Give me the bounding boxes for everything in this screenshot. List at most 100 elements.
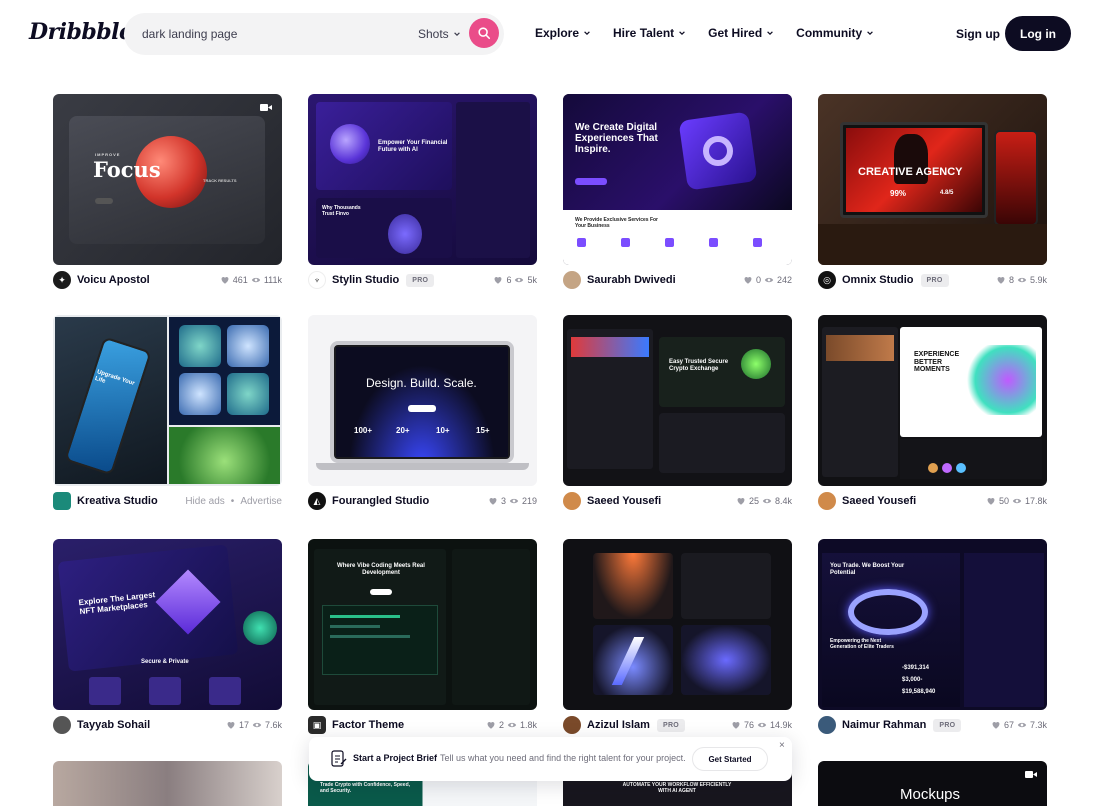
author-avatar[interactable] (563, 271, 581, 289)
shot-thumbnail[interactable]: CREATIVE AGENCY 99% 4.8/5 (818, 94, 1047, 265)
likes-count: 76 (743, 720, 754, 730)
thumb-text: 4.8/5 (940, 190, 954, 196)
views-count: 242 (776, 275, 792, 285)
login-button[interactable]: Log in (1005, 16, 1071, 51)
shot-thumbnail[interactable]: EXPERIENCE BETTER MOMENTS (818, 315, 1047, 486)
main-nav: Explore Hire Talent Get Hired Community (535, 26, 874, 40)
nav-explore[interactable]: Explore (535, 26, 591, 40)
signup-link[interactable]: Sign up (956, 27, 1000, 41)
eye-icon (509, 498, 519, 504)
search-button[interactable] (469, 18, 499, 48)
shot-thumbnail[interactable] (53, 761, 282, 806)
shot-stats: 17 7.6k (226, 720, 282, 730)
author-name[interactable]: Tayyab Sohail (77, 719, 150, 731)
author-name[interactable]: Saeed Yousefi (842, 495, 916, 507)
likes-count: 67 (1003, 720, 1014, 730)
search-type-dropdown[interactable]: Shots (418, 27, 461, 41)
eye-icon (1017, 277, 1027, 283)
shot-thumbnail[interactable] (563, 539, 792, 710)
author-avatar[interactable]: ▣ (308, 716, 326, 734)
author-avatar[interactable] (818, 716, 836, 734)
thumb-stat: 10+ (436, 426, 450, 435)
author-name[interactable]: Kreativa Studio (77, 495, 158, 507)
eye-icon (762, 498, 772, 504)
thumb-stat: 100+ (354, 426, 373, 435)
likes-count: 8 (1008, 275, 1014, 285)
heart-icon[interactable] (996, 275, 1006, 285)
views-count: 111k (263, 275, 282, 285)
hide-ads-link[interactable]: Hide ads (185, 496, 224, 507)
shot-thumbnail[interactable]: Easy Trusted Secure Crypto Exchange (563, 315, 792, 486)
author-name[interactable]: Fourangled Studio (332, 495, 429, 507)
shot-thumbnail[interactable]: Where Vibe Coding Meets Real Development (308, 539, 537, 710)
author-avatar[interactable]: ◭ (308, 492, 326, 510)
author-avatar[interactable] (818, 492, 836, 510)
thumb-text: CREATIVE AGENCY (858, 166, 963, 178)
thumb-stat: 20+ (396, 426, 410, 435)
author-avatar[interactable] (563, 492, 581, 510)
heart-icon[interactable] (220, 275, 230, 285)
eye-icon (757, 722, 767, 728)
close-icon[interactable]: × (779, 740, 785, 751)
author-name[interactable]: Naimur Rahman (842, 719, 926, 731)
author-avatar[interactable] (53, 492, 71, 510)
author-name[interactable]: Saurabh Dwivedi (587, 274, 676, 286)
likes-count: 25 (748, 496, 759, 506)
thumb-text: Empowering the Next Generation of Elite … (830, 638, 894, 650)
heart-icon[interactable] (488, 496, 498, 506)
shot-thumbnail[interactable]: We Create Digital Experiences That Inspi… (563, 94, 792, 265)
nav-get-hired[interactable]: Get Hired (708, 26, 774, 40)
author-name[interactable]: Voicu Apostol (77, 274, 150, 286)
views-count: 7.3k (1029, 720, 1047, 730)
author-name[interactable]: Stylin Studio (332, 274, 399, 286)
heart-icon[interactable] (486, 720, 496, 730)
shot-thumbnail[interactable]: Mockups (818, 761, 1047, 806)
views-count: 5k (527, 275, 537, 285)
get-started-button[interactable]: Get Started (692, 747, 768, 771)
shot-stats: 25 8.4k (736, 496, 792, 506)
views-count: 219 (521, 496, 537, 506)
author-name[interactable]: Factor Theme (332, 719, 404, 731)
search-bar[interactable]: Shots (124, 13, 504, 55)
ad-thumbnail[interactable]: Upgrade Your Life (53, 315, 282, 486)
nav-community[interactable]: Community (796, 26, 874, 40)
search-input[interactable] (142, 13, 402, 55)
shot-thumbnail[interactable]: Design. Build. Scale. 100+ 20+ 10+ 15+ (308, 315, 537, 486)
heart-icon[interactable] (493, 275, 503, 285)
advertise-link[interactable]: Advertise (240, 496, 282, 507)
heart-icon[interactable] (226, 720, 236, 730)
heart-icon[interactable] (986, 496, 996, 506)
thumb-text: TRACK RESULTS (203, 178, 237, 183)
heart-icon[interactable] (743, 275, 753, 285)
author-name[interactable]: Azizul Islam (587, 719, 650, 731)
author-avatar[interactable] (53, 716, 71, 734)
thumb-text: Trade Crypto with Confidence, Speed, and… (320, 782, 411, 794)
author-avatar[interactable]: ♆ (308, 271, 326, 289)
pro-badge: PRO (406, 273, 435, 287)
shot-thumbnail[interactable]: Explore The Largest NFT Marketplaces Sec… (53, 539, 282, 710)
heart-icon[interactable] (991, 720, 1001, 730)
likes-count: 0 (755, 275, 761, 285)
thumb-text: We Provide Exclusive Services For Your B… (575, 217, 659, 229)
shot-thumbnail[interactable]: IMPROVE Focus TRACK RESULTS (53, 94, 282, 265)
thumb-text: Design. Build. Scale. (366, 376, 477, 390)
shot-thumbnail[interactable]: You Trade. We Boost Your Potential Empow… (818, 539, 1047, 710)
author-avatar[interactable]: ◎ (818, 271, 836, 289)
author-avatar[interactable] (563, 716, 581, 734)
shot-thumbnail[interactable]: Empower Your Financial Future with AI Wh… (308, 94, 537, 265)
dribbble-logo[interactable]: Dribbble (29, 19, 133, 45)
project-brief-banner: Start a Project Brief Tell us what you n… (309, 737, 792, 781)
pro-badge: PRO (920, 273, 949, 287)
author-name[interactable]: Omnix Studio (842, 274, 914, 286)
author-name[interactable]: Saeed Yousefi (587, 495, 661, 507)
nav-hire-talent[interactable]: Hire Talent (613, 26, 686, 40)
heart-icon[interactable] (736, 496, 746, 506)
heart-icon[interactable] (731, 720, 741, 730)
shot-stats: 461 111k (220, 275, 282, 285)
author-avatar[interactable]: ✦ (53, 271, 71, 289)
eye-icon (764, 277, 774, 283)
shot-meta: Saeed Yousefi 50 17.8k (818, 491, 1047, 511)
eye-icon (1017, 722, 1027, 728)
views-count: 8.4k (774, 496, 792, 506)
shot-meta: Saeed Yousefi 25 8.4k (563, 491, 792, 511)
